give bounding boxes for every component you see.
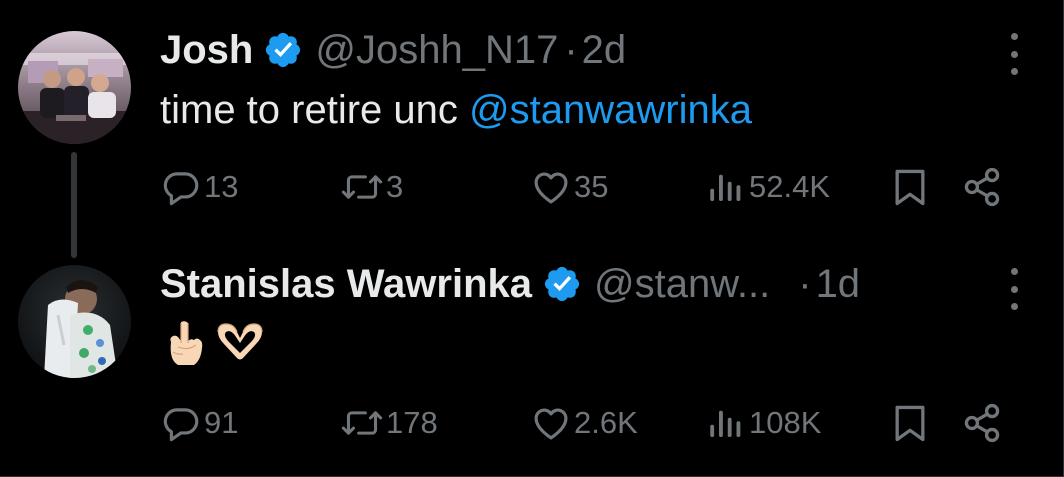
like-count: 35 (574, 169, 609, 204)
repost-icon (341, 411, 383, 435)
reply-icon (163, 408, 199, 442)
author-handle[interactable]: @stanw... (594, 258, 770, 310)
like-count: 2.6K (574, 405, 638, 440)
tweet-text: time to retire unc @stanwawrinka (160, 84, 752, 136)
tweet-thread: Josh @Joshh_N17 · 2d time to retire unc … (0, 0, 1064, 477)
bookmark-button[interactable] (888, 401, 932, 445)
views-icon (710, 410, 741, 437)
reply-button[interactable]: 13 (160, 165, 238, 209)
more-icon[interactable] (1004, 268, 1024, 310)
tweet-time[interactable]: 1d (816, 258, 861, 310)
author-name[interactable]: Stanislas Wawrinka (160, 258, 532, 310)
repost-button[interactable]: 3 (340, 165, 403, 209)
heart-icon (534, 172, 568, 204)
tweet-emojis (164, 320, 268, 366)
share-icon (964, 167, 1000, 207)
tweet-text-plain: time to retire unc (160, 88, 470, 132)
reply-button[interactable]: 91 (160, 401, 238, 445)
views-button[interactable]: 108K (705, 401, 821, 445)
like-button[interactable]: 35 (530, 165, 608, 209)
reply-icon (163, 172, 199, 206)
share-icon (964, 403, 1000, 443)
tweet-time[interactable]: 2d (582, 24, 627, 76)
tweet-actions: 13 3 35 52.4K (160, 165, 1024, 209)
bookmark-icon (895, 405, 925, 442)
mention-link[interactable]: @stanwawrinka (469, 88, 752, 132)
tweet-actions: 91 178 2.6K 108K (160, 401, 1024, 445)
verified-badge-icon (263, 30, 303, 70)
bookmark-icon (895, 169, 925, 206)
views-icon (710, 174, 741, 201)
views-button[interactable]: 52.4K (705, 165, 830, 209)
avatar-wawrinka[interactable] (18, 265, 131, 378)
views-count: 52.4K (749, 169, 831, 204)
tweet-header: Josh @Joshh_N17 · 2d (160, 24, 626, 76)
repost-icon (341, 175, 383, 199)
author-name[interactable]: Josh (160, 24, 253, 76)
more-icon[interactable] (1004, 33, 1024, 75)
verified-badge-icon (542, 264, 582, 304)
reply-count: 91 (204, 405, 239, 440)
header-separator: · (798, 262, 812, 306)
tweet-josh[interactable]: Josh @Joshh_N17 · 2d time to retire unc … (0, 0, 1064, 258)
views-count: 108K (749, 405, 822, 440)
repost-count: 178 (386, 405, 438, 440)
repost-count: 3 (386, 169, 404, 204)
repost-button[interactable]: 178 (340, 401, 438, 445)
share-button[interactable] (960, 401, 1004, 445)
like-button[interactable]: 2.6K (530, 401, 638, 445)
tweet-wawrinka[interactable]: Stanislas Wawrinka @stanw... · 1d 91 178… (0, 238, 1064, 477)
heart-icon (534, 408, 568, 440)
header-separator: · (564, 28, 578, 72)
author-handle[interactable]: @Joshh_N17 (315, 24, 558, 76)
bookmark-button[interactable] (888, 165, 932, 209)
tweet-header: Stanislas Wawrinka @stanw... · 1d (160, 258, 860, 310)
avatar-josh[interactable] (18, 31, 131, 144)
reply-count: 13 (204, 169, 239, 204)
middle-finger-emoji (170, 321, 203, 365)
share-button[interactable] (960, 165, 1004, 209)
heart-hands-emoji (217, 323, 263, 360)
